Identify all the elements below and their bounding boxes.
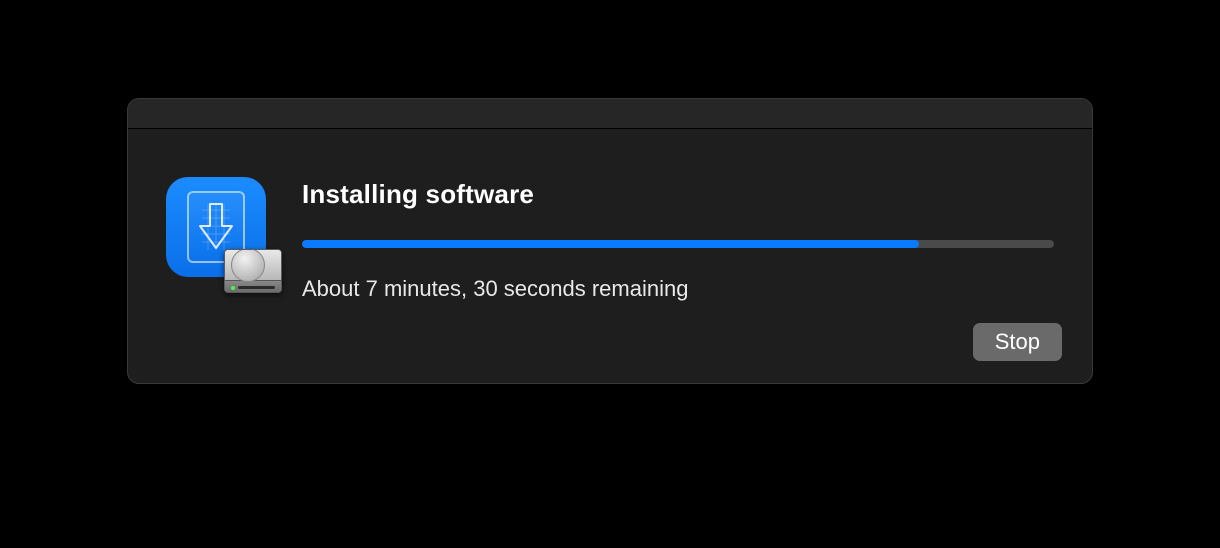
hard-disk-icon	[224, 249, 282, 293]
stop-button[interactable]: Stop	[973, 323, 1062, 361]
installer-dialog: Installing software About 7 minutes, 30 …	[127, 98, 1093, 384]
dialog-titlebar	[128, 99, 1092, 129]
progress-bar	[302, 240, 1054, 248]
dialog-body: Installing software About 7 minutes, 30 …	[128, 129, 1092, 326]
dialog-content: Installing software About 7 minutes, 30 …	[302, 177, 1054, 302]
button-row: Stop	[973, 323, 1062, 361]
progress-fill	[302, 240, 919, 248]
installer-icon	[166, 177, 274, 285]
status-text: About 7 minutes, 30 seconds remaining	[302, 276, 1054, 302]
arrow-down-icon	[196, 202, 236, 252]
dialog-title: Installing software	[302, 179, 1054, 210]
